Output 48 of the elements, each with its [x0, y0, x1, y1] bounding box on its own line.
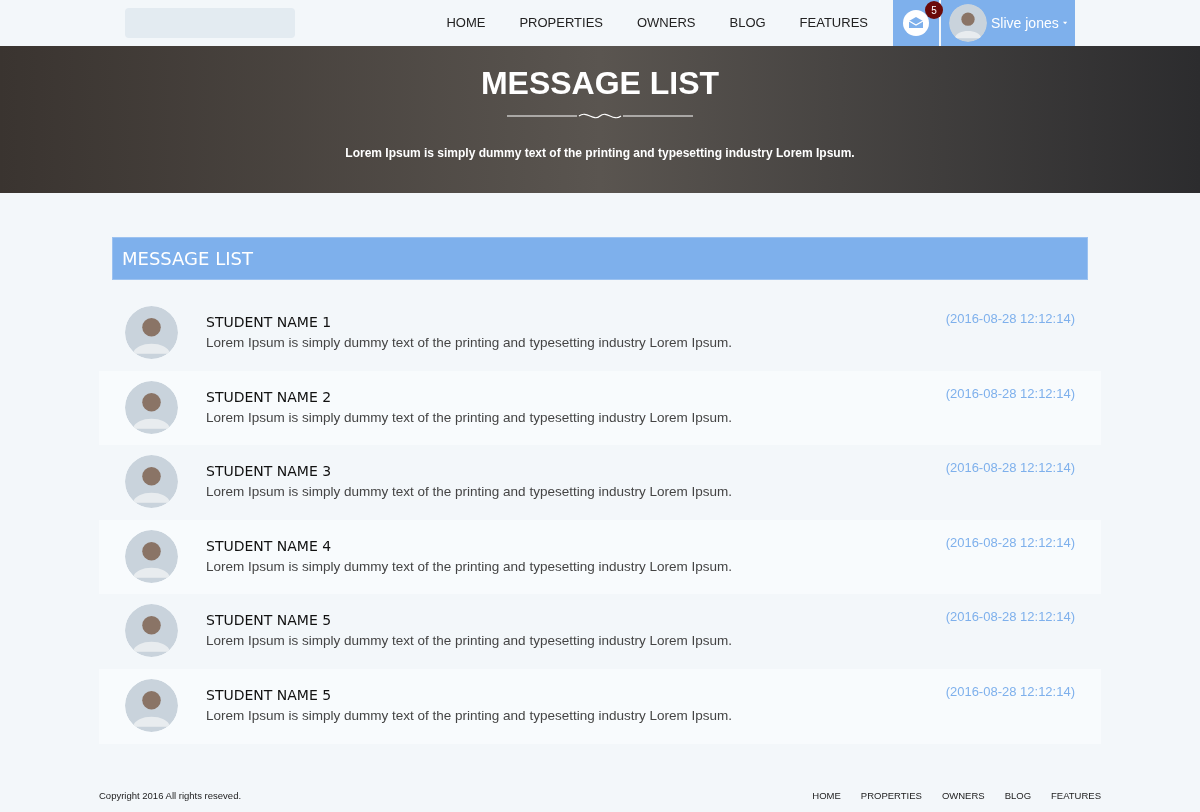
caret-icon	[1062, 21, 1067, 25]
student-name: STUDENT NAME 2	[206, 387, 333, 407]
avatar-icon	[125, 604, 178, 658]
message-row[interactable]: STUDENT NAME 4 Lorem Ipsum is simply dummy text of the printing and typesetting industry Lorem Ipsum. (2016-08-28 12:12:14)	[99, 519, 1101, 595]
message-row[interactable]: STUDENT NAME 3 Lorem Ipsum is simply dummy text of the printing and typesetting industry Lorem Ipsum. (2016-08-28 12:12:14)	[99, 445, 1101, 520]
avatar-icon	[125, 529, 178, 583]
message-time: (2016-08-28 12:12:14)	[945, 682, 1075, 701]
avatar-icon	[125, 455, 178, 509]
message-preview: Lorem Ipsum is simply dummy text of the printing and typesetting industry Lorem Ipsum.	[206, 706, 732, 725]
avatar-icon	[125, 380, 178, 434]
message-row[interactable]: STUDENT NAME 1 Lorem Ipsum is simply dummy text of the printing and typesetting industry Lorem Ipsum. (2016-08-28 12:12:14)	[99, 296, 1101, 371]
message-preview: Lorem Ipsum is simply dummy text of the printing and typesetting industry Lorem Ipsum.	[206, 557, 732, 576]
footer-link[interactable]: OWNERS	[941, 788, 985, 804]
student-name: STUDENT NAME 1	[206, 313, 333, 332]
avatar-icon	[949, 4, 987, 42]
footer-link[interactable]: PROPERTIES	[860, 788, 922, 804]
unread-badge: 5	[925, 1, 943, 19]
student-name: STUDENT NAME 4	[206, 536, 333, 556]
student-name: STUDENT NAME 5	[206, 685, 333, 705]
hero-subtitle: Lorem Ipsum is simply dummy text of the printing and typesetting industry Lorem Ipsum.	[345, 145, 855, 162]
nav-link[interactable]: PROPERTIES	[502, 13, 620, 33]
copyright-text: Copyright 2016 All rights reseved.	[99, 788, 242, 803]
message-row[interactable]: STUDENT NAME 5 Lorem Ipsum is simply dummy text of the printing and typesetting industry Lorem Ipsum. (2016-08-28 12:12:14)	[99, 668, 1101, 744]
hero-title: MESSAGE LIST	[480, 66, 720, 100]
message-preview: Lorem Ipsum is simply dummy text of the printing and typesetting industry Lorem Ipsum.	[206, 632, 732, 651]
avatar-icon	[125, 678, 178, 732]
nav-link[interactable]: BLOG	[712, 13, 783, 33]
message-preview: Lorem Ipsum is simply dummy text of the printing and typesetting industry Lorem Ipsum.	[206, 334, 732, 352]
nav-link[interactable]: HOME	[429, 13, 503, 33]
mail-icon	[903, 10, 929, 36]
footer-link[interactable]: FEATURES	[1051, 788, 1101, 804]
message-time: (2016-08-28 12:12:14)	[945, 384, 1075, 403]
message-preview: Lorem Ipsum is simply dummy text of the printing and typesetting industry Lorem Ipsum.	[206, 483, 732, 502]
footer-link[interactable]: BLOG	[1004, 788, 1032, 804]
message-row[interactable]: STUDENT NAME 2 Lorem Ipsum is simply dummy text of the printing and typesetting industry Lorem Ipsum. (2016-08-28 12:12:14)	[99, 370, 1101, 446]
message-time: (2016-08-28 12:12:14)	[945, 310, 1075, 328]
nav-link[interactable]: OWNERS	[620, 13, 713, 33]
student-name: STUDENT NAME 3	[206, 462, 333, 482]
message-time: (2016-08-28 12:12:14)	[945, 533, 1075, 552]
footer-link[interactable]: HOME	[812, 788, 841, 804]
message-time: (2016-08-28 12:12:14)	[945, 459, 1075, 478]
student-name: STUDENT NAME 5	[206, 611, 333, 631]
message-row[interactable]: STUDENT NAME 5 Lorem Ipsum is simply dummy text of the printing and typesetting industry Lorem Ipsum. (2016-08-28 12:12:14)	[99, 594, 1101, 669]
avatar-icon	[125, 306, 178, 359]
message-preview: Lorem Ipsum is simply dummy text of the printing and typesetting industry Lorem Ipsum.	[206, 408, 732, 427]
panel-title: MESSAGE LIST	[122, 247, 253, 271]
nav-link[interactable]: FEATURES	[782, 13, 885, 33]
message-time: (2016-08-28 12:12:14)	[945, 608, 1075, 627]
